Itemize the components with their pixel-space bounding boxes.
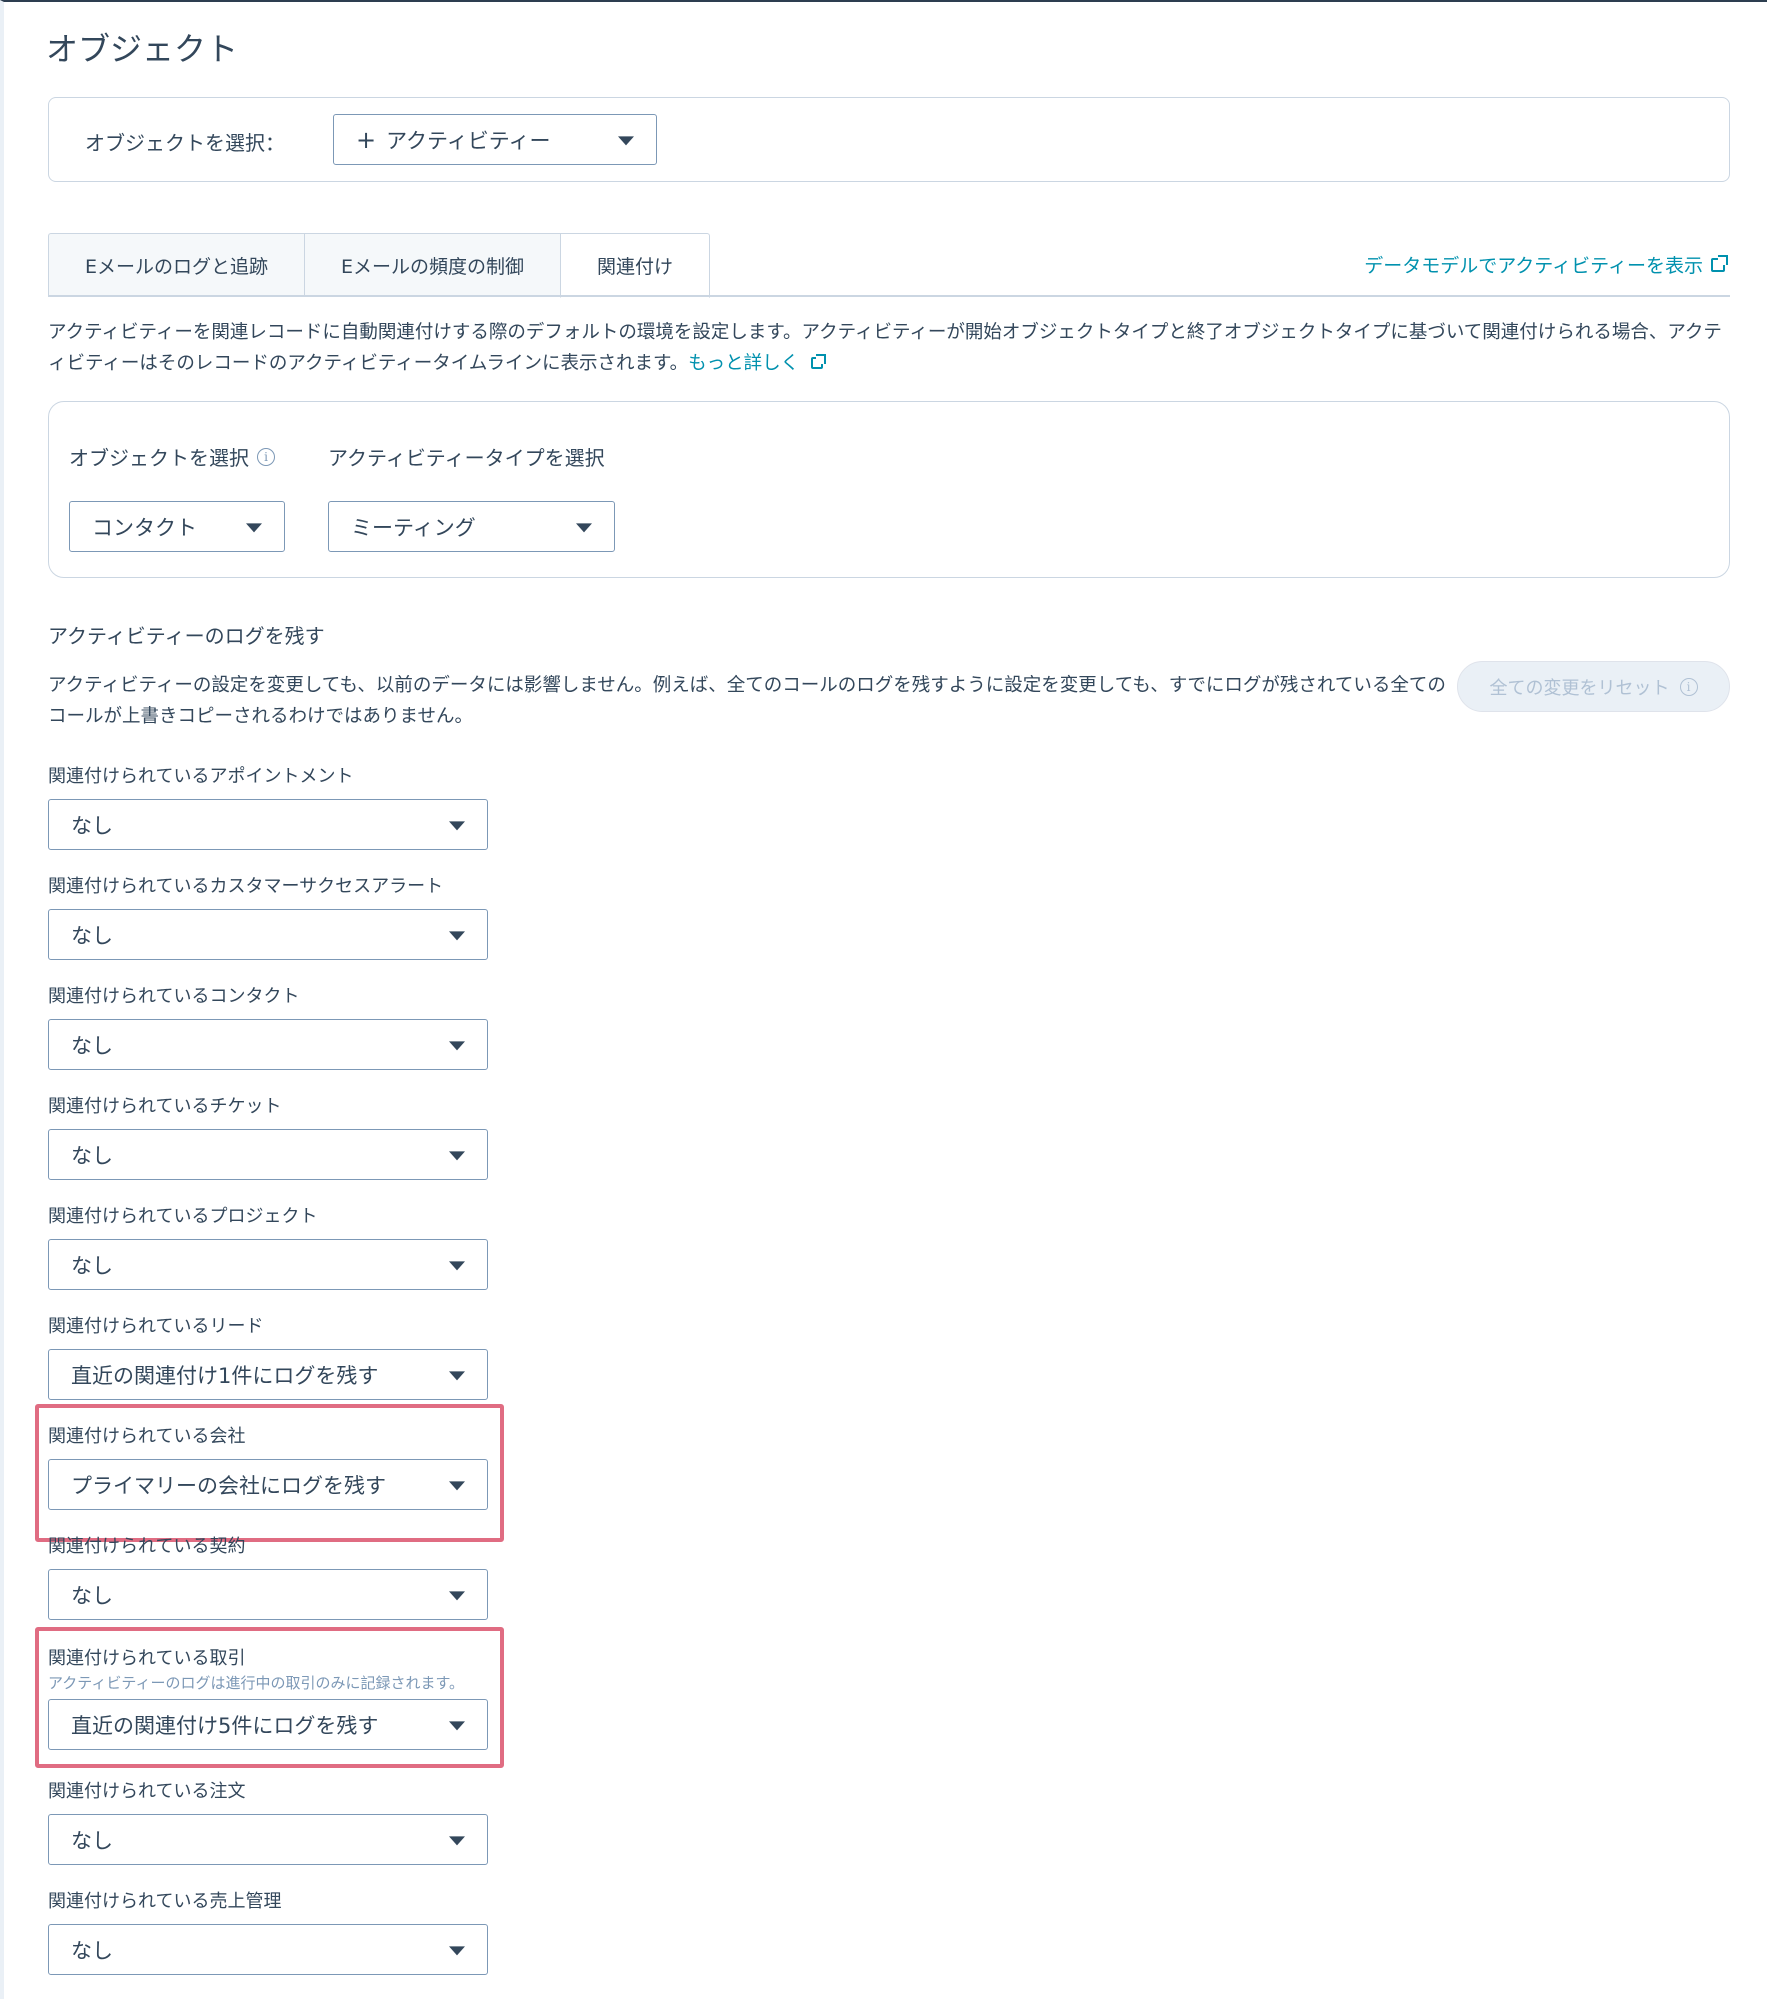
data-model-link-text: データモデルでアクティビティーを表示: [1364, 255, 1703, 277]
field-label: 関連付けられているリード: [48, 1316, 264, 1337]
field-label: 関連付けられている売上管理: [48, 1891, 282, 1912]
activity-type-value: ミーティング: [351, 515, 476, 540]
field-help-text: アクティビティーのログは進行中の取引のみに記録されます。: [48, 1674, 464, 1692]
field-value: なし: [71, 1938, 113, 1963]
field-value: なし: [71, 1143, 113, 1168]
filter-panel: オブジェクトを選択 i アクティビティータイプを選択 コンタクト ミーティング: [48, 401, 1730, 578]
field-label: 関連付けられている注文: [48, 1781, 246, 1802]
object-filter-label: オブジェクトを選択 i: [69, 442, 275, 471]
log-section-title: アクティビティーのログを残す: [48, 624, 325, 648]
field-label: 関連付けられているコンタクト: [48, 986, 300, 1007]
field-tickets: 関連付けられているチケット なし: [48, 1095, 488, 1180]
field-value: 直近の関連付け1件にログを残す: [71, 1363, 379, 1388]
caret-down-icon: [449, 1835, 465, 1845]
field-cs-alerts: 関連付けられているカスタマーサクセスアラート なし: [48, 875, 488, 960]
field-deals: 関連付けられている取引 アクティビティーのログは進行中の取引のみに記録されます。…: [48, 1647, 488, 1750]
caret-down-icon: [449, 1260, 465, 1270]
caret-down-icon: [449, 930, 465, 940]
caret-down-icon: [449, 1590, 465, 1600]
data-model-link[interactable]: データモデルでアクティビティーを表示: [1364, 251, 1728, 278]
field-value: なし: [71, 1253, 113, 1278]
tab-associations[interactable]: 関連付け: [560, 233, 711, 298]
tab-bar: Eメールのログと追跡 Eメールの頻度の制御 関連付け: [48, 233, 711, 298]
field-select[interactable]: 直近の関連付け1件にログを残す: [48, 1349, 488, 1400]
log-section-note: アクティビティーの設定を変更しても、以前のデータには影響しません。例えば、全ての…: [48, 675, 1446, 727]
field-select[interactable]: なし: [48, 1239, 488, 1290]
caret-down-icon: [618, 135, 634, 145]
object-filter-select[interactable]: コンタクト: [69, 501, 285, 552]
learn-more-link[interactable]: もっと詳しく: [688, 353, 799, 374]
settings-page: オブジェクト オブジェクトを選択： + アクティビティー Eメールのログと追跡 …: [0, 0, 1767, 1999]
external-link-icon: [1711, 254, 1728, 272]
field-contacts: 関連付けられているコンタクト なし: [48, 985, 488, 1070]
caret-down-icon: [449, 1480, 465, 1490]
field-label: 関連付けられている契約: [48, 1536, 246, 1557]
field-label: 関連付けられている会社: [48, 1426, 246, 1447]
field-select[interactable]: なし: [48, 1924, 488, 1975]
field-label: 関連付けられているカスタマーサクセスアラート: [48, 876, 444, 897]
field-projects: 関連付けられているプロジェクト なし: [48, 1205, 488, 1290]
caret-down-icon: [449, 1150, 465, 1160]
field-label: 関連付けられているアポイントメント: [48, 766, 354, 787]
object-filter-value: コンタクト: [92, 515, 197, 540]
field-select[interactable]: なし: [48, 1019, 488, 1070]
field-companies: 関連付けられている会社 プライマリーの会社にログを残す: [48, 1425, 488, 1510]
object-filter-label-text: オブジェクトを選択: [69, 446, 249, 470]
caret-down-icon: [576, 522, 592, 532]
caret-down-icon: [449, 1040, 465, 1050]
field-value: 直近の関連付け5件にログを残す: [71, 1713, 379, 1738]
field-select[interactable]: なし: [48, 1814, 488, 1865]
reset-all-button[interactable]: 全ての変更をリセット i: [1457, 661, 1730, 712]
field-select[interactable]: なし: [48, 799, 488, 850]
field-select[interactable]: なし: [48, 909, 488, 960]
description-text: アクティビティーを関連レコードに自動関連付けする際のデフォルトの環境を設定します…: [48, 322, 1722, 374]
association-description: アクティビティーを関連レコードに自動関連付けする際のデフォルトの環境を設定します…: [48, 317, 1738, 379]
field-select[interactable]: なし: [48, 1129, 488, 1180]
external-link-icon: [811, 354, 827, 369]
field-value: なし: [71, 813, 113, 838]
tab-divider: [48, 295, 1730, 297]
caret-down-icon: [449, 820, 465, 830]
caret-down-icon: [246, 522, 262, 532]
caret-down-icon: [449, 1720, 465, 1730]
field-label: 関連付けられているプロジェクト: [48, 1206, 318, 1227]
field-value: なし: [71, 1828, 113, 1853]
field-value: なし: [71, 923, 113, 948]
field-leads: 関連付けられているリード 直近の関連付け1件にログを残す: [48, 1315, 488, 1400]
field-label: 関連付けられている取引: [48, 1648, 246, 1669]
field-label: 関連付けられているチケット: [48, 1096, 282, 1117]
object-select-dropdown[interactable]: + アクティビティー: [333, 114, 657, 165]
tab-email-log-tracking[interactable]: Eメールのログと追跡: [48, 233, 305, 297]
page-title: オブジェクト: [46, 30, 239, 68]
object-selector-panel: オブジェクトを選択： + アクティビティー: [48, 97, 1730, 182]
info-icon: i: [1679, 677, 1698, 696]
caret-down-icon: [449, 1370, 465, 1380]
field-value: プライマリーの会社にログを残す: [71, 1473, 386, 1498]
caret-down-icon: [449, 1945, 465, 1955]
activity-type-select[interactable]: ミーティング: [328, 501, 615, 552]
field-value: なし: [71, 1033, 113, 1058]
field-orders: 関連付けられている注文 なし: [48, 1780, 488, 1865]
tab-email-frequency[interactable]: Eメールの頻度の制御: [304, 233, 561, 297]
info-icon[interactable]: i: [257, 447, 275, 466]
field-value: なし: [71, 1583, 113, 1608]
plus-icon: +: [356, 125, 377, 154]
field-select[interactable]: プライマリーの会社にログを残す: [48, 1459, 488, 1510]
activity-type-label: アクティビティータイプを選択: [328, 446, 605, 470]
object-selector-label: オブジェクトを選択：: [85, 131, 285, 155]
object-select-value: アクティビティー: [386, 128, 551, 153]
field-contracts: 関連付けられている契約 なし: [48, 1535, 488, 1620]
reset-all-label: 全ての変更をリセット: [1489, 677, 1670, 699]
field-select[interactable]: 直近の関連付け5件にログを残す: [48, 1699, 488, 1750]
field-select[interactable]: なし: [48, 1569, 488, 1620]
field-appointments: 関連付けられているアポイントメント なし: [48, 765, 488, 850]
field-revenue: 関連付けられている売上管理 なし: [48, 1890, 488, 1975]
